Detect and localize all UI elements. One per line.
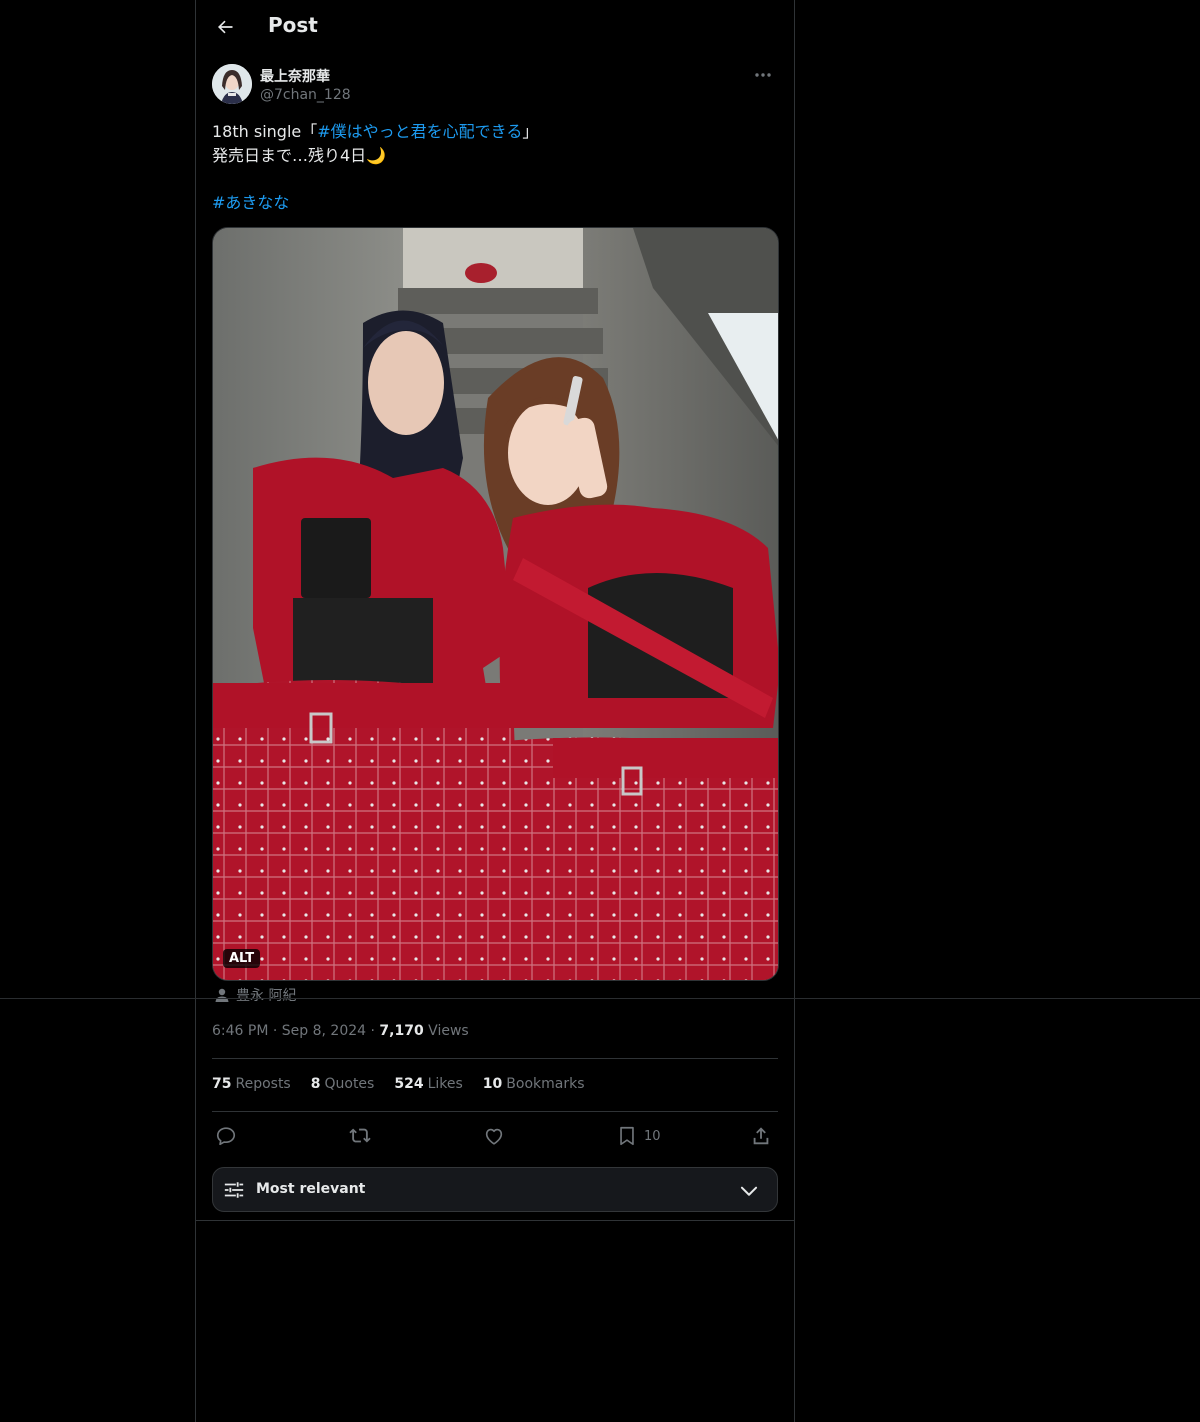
page-divider: [0, 998, 1200, 999]
tagged-name: 豊永 阿紀: [236, 988, 297, 1004]
like-icon: [485, 1128, 503, 1145]
stat-label: Reposts: [235, 1076, 291, 1092]
like-button[interactable]: [483, 1122, 505, 1150]
share-icon: [753, 1127, 769, 1145]
reply-sort-dropdown[interactable]: Most relevant: [212, 1167, 778, 1212]
author-handle[interactable]: @7chan_128: [260, 87, 351, 103]
tweet-time[interactable]: 6:46 PM: [212, 1023, 268, 1039]
back-button[interactable]: [208, 10, 242, 44]
back-arrow-icon: [218, 20, 233, 34]
stat-count: 8: [310, 1076, 321, 1092]
photo-image: [213, 228, 778, 980]
tweet-line-2: 発売日まで…残り4日🌙: [212, 146, 387, 165]
meta-separator: ·: [268, 1023, 282, 1039]
main-column: Post 最上奈那華 @7chan_128 18th single「#僕はやっと…: [195, 0, 795, 1422]
sliders-icon: [224, 1182, 244, 1198]
bookmark-icon: [620, 1126, 634, 1146]
reply-button[interactable]: [215, 1122, 237, 1150]
stat-label: Likes: [427, 1076, 463, 1092]
action-bar: 10: [212, 1122, 778, 1150]
stat-reposts[interactable]: 75 Reposts: [212, 1076, 291, 1092]
repost-button[interactable]: [349, 1122, 371, 1150]
repost-icon: [349, 1128, 371, 1143]
stat-count: 75: [212, 1076, 232, 1092]
tagged-people[interactable]: 豊永 阿紀: [214, 985, 296, 1005]
tweet-text: 18th single「#僕はやっと君を心配できる」 発売日まで…残り4日🌙 #…: [212, 120, 778, 215]
page-title: Post: [268, 13, 318, 37]
divider: [196, 1220, 794, 1221]
stat-likes[interactable]: 524 Likes: [394, 1076, 462, 1092]
tweet-text-suffix: 」: [522, 122, 539, 141]
tweet-date[interactable]: Sep 8, 2024: [282, 1023, 366, 1039]
stat-count: 10: [482, 1076, 503, 1092]
reply-icon: [216, 1127, 236, 1146]
header: Post: [196, 0, 794, 53]
tweet-text-prefix: 18th single「: [212, 122, 318, 141]
stat-count: 524: [394, 1076, 424, 1092]
sort-label: Most relevant: [256, 1181, 366, 1197]
meta-separator: ·: [366, 1023, 380, 1039]
stat-quotes[interactable]: 8 Quotes: [311, 1076, 375, 1092]
views-label: Views: [423, 1023, 469, 1039]
tweet-meta: 6:46 PM · Sep 8, 2024 · 7,170 Views: [212, 1023, 469, 1039]
bookmark-button[interactable]: 10: [616, 1122, 661, 1150]
avatar[interactable]: [212, 64, 252, 104]
hashtag-link[interactable]: #僕はやっと君を心配できる: [317, 122, 522, 141]
engagement-stats: 75 Reposts 8 Quotes 524 Likes 10 Bookmarks: [212, 1076, 585, 1092]
tweet-line-1: 18th single「#僕はやっと君を心配できる」: [212, 120, 778, 144]
stat-label: Bookmarks: [506, 1076, 585, 1092]
hashtag-link[interactable]: #あきなな: [212, 193, 289, 212]
share-button[interactable]: [750, 1122, 772, 1150]
person-icon: [215, 988, 229, 1002]
more-icon: [755, 73, 771, 77]
author-name[interactable]: 最上奈那華: [260, 66, 330, 86]
more-button[interactable]: [748, 64, 778, 86]
bookmark-count: 10: [644, 1128, 661, 1144]
alt-badge[interactable]: ALT: [223, 949, 261, 968]
tweet-photo[interactable]: ALT: [212, 227, 779, 981]
stat-bookmarks[interactable]: 10 Bookmarks: [483, 1076, 585, 1092]
divider: [212, 1058, 778, 1059]
tweet-line-3: #あきなな: [212, 191, 778, 215]
views-count: 7,170: [379, 1023, 424, 1039]
divider: [212, 1111, 778, 1112]
chevron-down-icon: [740, 1186, 758, 1196]
author-row: 最上奈那華 @7chan_128: [212, 64, 778, 106]
avatar-image: [212, 64, 252, 104]
stat-label: Quotes: [324, 1076, 375, 1092]
